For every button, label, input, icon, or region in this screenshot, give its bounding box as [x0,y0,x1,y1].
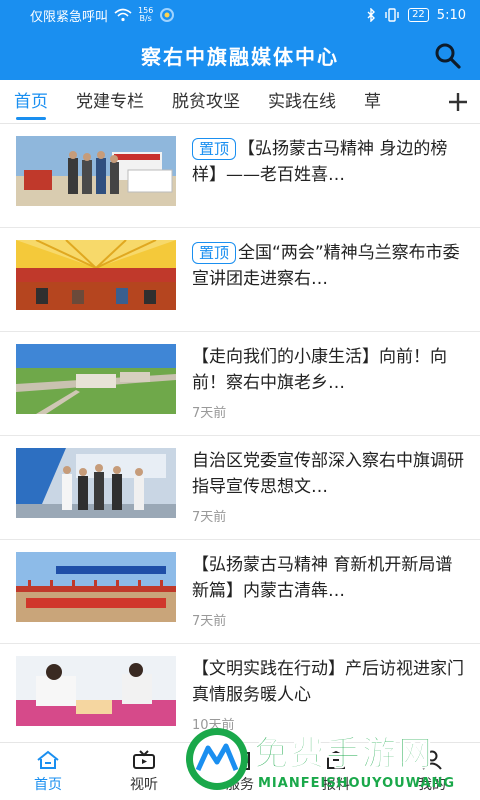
tab-poverty-alleviation[interactable]: 脱贫攻坚 [158,80,254,123]
add-channel-button[interactable] [436,80,480,123]
net-speed: 156 B/s [138,6,154,23]
plus-icon [449,93,467,111]
news-item[interactable]: 置顶 【弘扬蒙古马精神 身边的榜样】——老百姓喜… [0,124,480,228]
clock: 5:10 [436,7,466,23]
news-thumbnail [16,136,176,206]
news-thumbnail [16,344,176,414]
news-feed: 置顶 【弘扬蒙古马精神 身边的榜样】——老百姓喜… 置顶 全国“两会”精神乌兰察布市… [0,124,480,742]
nav-home-label: 首页 [34,776,62,793]
news-item[interactable]: 【弘扬蒙古马精神 育新机开新局谱新篇】内蒙古清犇… 7天前 [0,540,480,644]
tab-practice-online[interactable]: 实践在线 [254,80,350,123]
publish-time: 7天前 [192,406,227,421]
battery-indicator: 22 [408,8,429,22]
watermark: 免费手游网 MIANFEISHOUYOUWANG [184,724,480,800]
news-title: 【走向我们的小康生活】向前！向前！察右中旗老乡… [192,347,447,393]
news-title: 自治区党委宣传部深入察右中旗调研指导宣传思想文… [192,451,464,497]
news-item[interactable]: 置顶 全国“两会”精神乌兰察布市委宣讲团走进察右… [0,228,480,332]
publish-time: 7天前 [192,510,227,525]
status-bar: 仅限紧急呼叫 156 B/s 22 5:10 [0,0,480,30]
tv-icon [133,749,155,769]
app-notification-icon [160,8,175,22]
wifi-icon [114,8,132,22]
nav-video[interactable]: 视听 [96,743,192,800]
nav-video-label: 视听 [130,776,158,793]
publish-time: 7天前 [192,614,227,629]
pinned-badge: 置顶 [192,138,237,160]
tab-grassland[interactable]: 草 [350,80,395,123]
watermark-logo [186,728,248,790]
channel-tabs: 首页 党建专栏 脱贫攻坚 实践在线 草 [0,80,480,124]
news-title: 置顶 全国“两会”精神乌兰察布市委宣讲团走进察右… [192,242,460,289]
app-title: 察右中旗融媒体中心 [141,44,339,69]
search-icon[interactable] [434,42,462,70]
app-header: 察右中旗融媒体中心 [0,30,480,80]
news-title: 置顶 【弘扬蒙古马精神 身边的榜样】——老百姓喜… [192,138,448,185]
news-thumbnail [16,656,176,726]
pinned-badge: 置顶 [192,242,237,264]
news-title: 【文明实践在行动】产后访视进家门 真情服务暖人心 [192,659,464,705]
news-title: 【弘扬蒙古马精神 育新机开新局谱新篇】内蒙古清犇… [192,555,453,601]
tab-party-building[interactable]: 党建专栏 [62,80,158,123]
nav-home[interactable]: 首页 [0,743,96,800]
news-item[interactable]: 自治区党委宣传部深入察右中旗调研指导宣传思想文… 7天前 [0,436,480,540]
watermark-subtext: MIANFEISHOUYOUWANG [258,776,456,791]
watermark-text: 免费手游网 [254,734,434,775]
vibrate-icon [385,8,399,22]
news-thumbnail [16,240,176,310]
home-icon [37,750,59,769]
carrier-text: 仅限紧急呼叫 [30,9,109,25]
news-thumbnail [16,552,176,622]
tab-home[interactable]: 首页 [0,80,62,123]
news-thumbnail [16,448,176,518]
news-item[interactable]: 【走向我们的小康生活】向前！向前！察右中旗老乡… 7天前 [0,332,480,436]
bluetooth-icon [367,8,376,22]
